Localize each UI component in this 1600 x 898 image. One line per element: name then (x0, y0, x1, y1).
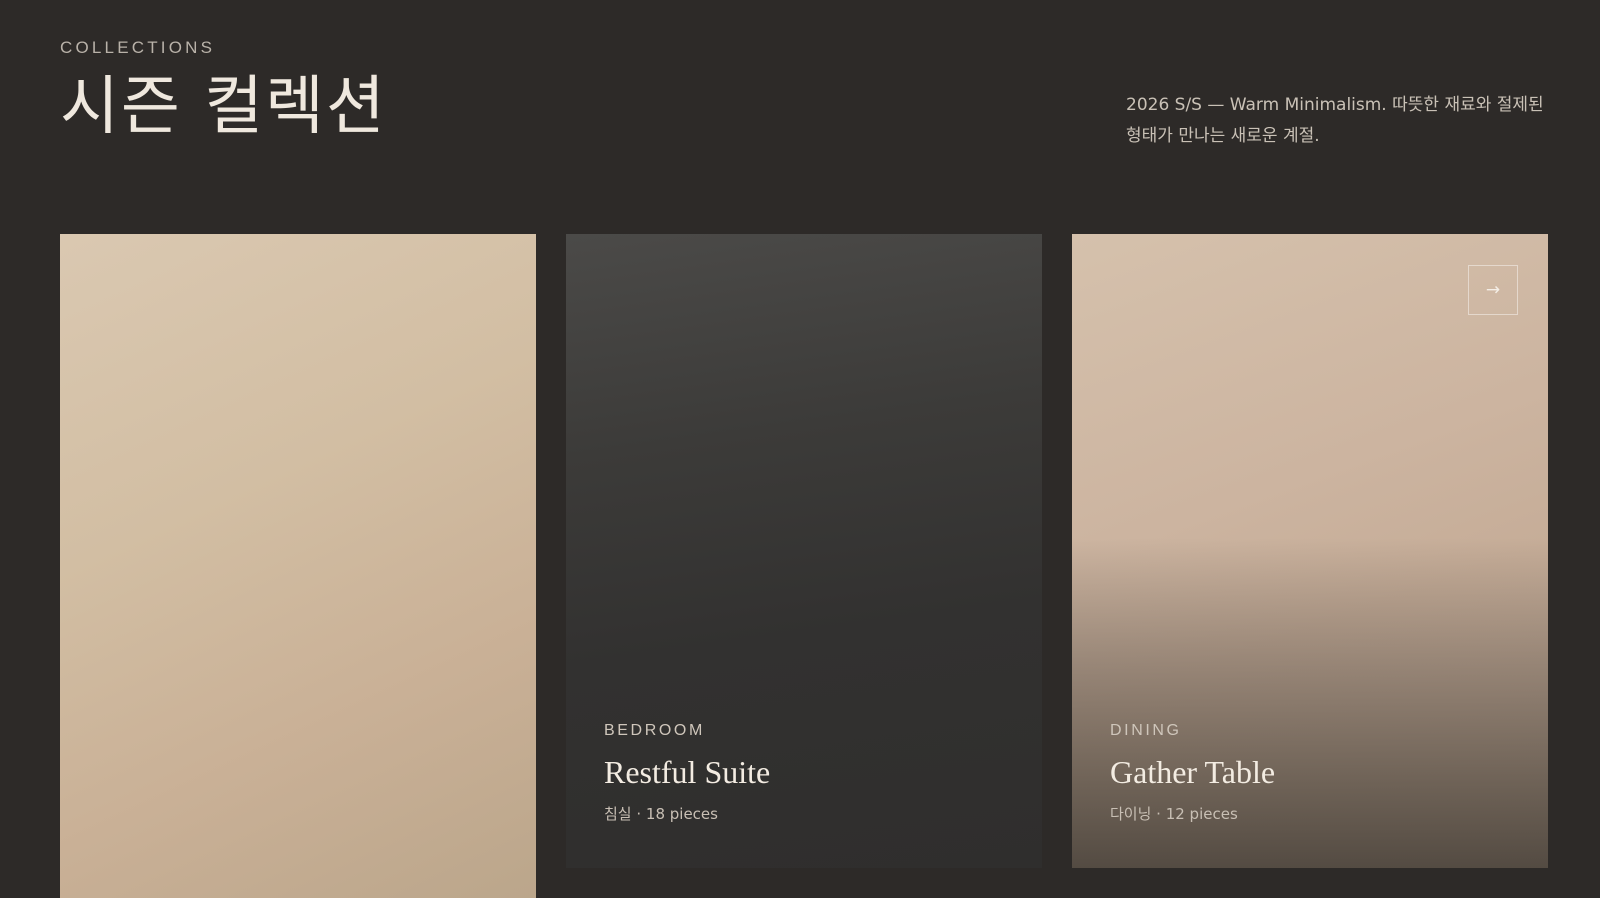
card-title: Restful Suite (604, 754, 771, 790)
collections-page: COLLECTIONS 시즌 컬렉션 2026 S/S — Warm Minim… (0, 0, 1600, 898)
card-meta: 다이닝 · 12 pieces (1110, 805, 1238, 823)
collection-description: 2026 S/S — Warm Minimalism. 따뜻한 재료와 절제된 … (1126, 95, 1544, 146)
card-meta: 침실 · 18 pieces (604, 805, 718, 823)
card-category: BEDROOM (604, 722, 705, 739)
card-category: DINING (1110, 722, 1182, 739)
arrow-right-icon[interactable]: → (1468, 265, 1518, 315)
section-eyebrow: COLLECTIONS (60, 38, 216, 57)
card-info: DINING Gather Table 다이닝 · 12 pieces (1110, 722, 1275, 824)
collection-card-1[interactable] (60, 234, 536, 898)
card-title: Gather Table (1110, 754, 1276, 790)
collection-card-dining[interactable]: → DINING Gather Table 다이닝 · 12 pieces (1072, 234, 1548, 868)
page-title: 시즌 컬렉션 (60, 70, 387, 144)
collection-card-bedroom[interactable]: BEDROOM Restful Suite 침실 · 18 pieces (566, 234, 1042, 868)
card-info: BEDROOM Restful Suite 침실 · 18 pieces (604, 722, 770, 824)
